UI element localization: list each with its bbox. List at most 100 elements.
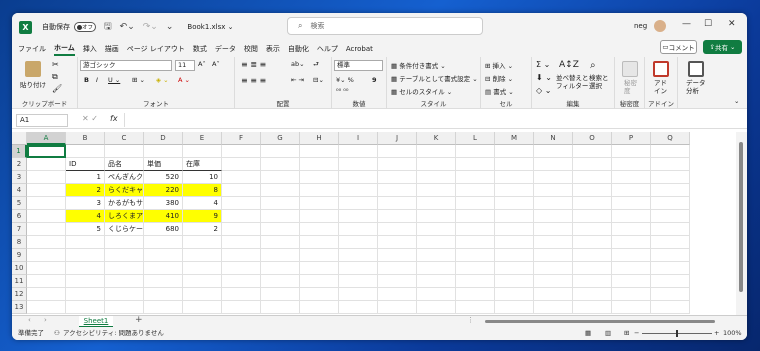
cell-g9[interactable]	[261, 249, 300, 262]
cell-k3[interactable]	[417, 171, 456, 184]
cell-n9[interactable]	[534, 249, 573, 262]
sort-filter-button[interactable]: 並べ替えと フィルター	[556, 74, 589, 90]
column-header-l[interactable]: L	[456, 132, 495, 145]
paste-icon[interactable]	[25, 61, 41, 77]
cell-b10[interactable]	[66, 262, 105, 275]
cell-p13[interactable]	[612, 301, 651, 314]
cell-c1[interactable]	[105, 145, 144, 158]
cell-i12[interactable]	[339, 288, 378, 301]
tab-view[interactable]: 表示	[266, 44, 280, 55]
column-header-b[interactable]: B	[66, 132, 105, 145]
cell-f5[interactable]	[222, 197, 261, 210]
cell-l7[interactable]	[456, 223, 495, 236]
tab-help[interactable]: ヘルプ	[317, 44, 338, 55]
cell-q11[interactable]	[651, 275, 690, 288]
cell-h2[interactable]	[300, 158, 339, 171]
font-name-select[interactable]: 游ゴシック	[80, 60, 172, 71]
page-layout-view-icon[interactable]: ▥	[605, 327, 611, 339]
cell-k6[interactable]	[417, 210, 456, 223]
cell-k4[interactable]	[417, 184, 456, 197]
fx-icon[interactable]: fx	[110, 114, 118, 123]
cell-d10[interactable]	[144, 262, 183, 275]
cell-m3[interactable]	[495, 171, 534, 184]
conditional-format-button[interactable]: ▦ 条件付き書式 ⌄	[391, 60, 446, 70]
clear-icon[interactable]: ◇ ⌄	[536, 86, 551, 95]
cell-p11[interactable]	[612, 275, 651, 288]
row-header-8[interactable]: 8	[12, 236, 27, 249]
fill-color-icon[interactable]: ◈ ⌄	[156, 76, 169, 84]
bold-icon[interactable]: B	[84, 76, 89, 84]
cell-b5[interactable]: 3	[66, 197, 105, 210]
format-painter-icon[interactable]: 🖌	[52, 84, 62, 93]
share-button[interactable]: ⇪ 共有 ⌄	[703, 40, 742, 54]
cell-q12[interactable]	[651, 288, 690, 301]
user-name[interactable]: neg	[634, 22, 647, 30]
cell-c2[interactable]: 品名	[105, 158, 144, 171]
tab-insert[interactable]: 挿入	[83, 44, 97, 55]
cell-f8[interactable]	[222, 236, 261, 249]
fill-icon[interactable]: ⬇ ⌄	[536, 73, 552, 82]
wrap-text-icon[interactable]: ⮐	[313, 60, 319, 71]
cell-a6[interactable]	[27, 210, 66, 223]
cell-j1[interactable]	[378, 145, 417, 158]
column-header-d[interactable]: D	[144, 132, 183, 145]
cell-l10[interactable]	[456, 262, 495, 275]
cell-j2[interactable]	[378, 158, 417, 171]
borders-icon[interactable]: ⊞ ⌄	[132, 76, 145, 84]
cell-l8[interactable]	[456, 236, 495, 249]
cell-c8[interactable]	[105, 236, 144, 249]
name-box[interactable]: A1	[16, 114, 68, 127]
zoom-level[interactable]: 100%	[723, 327, 742, 339]
column-header-g[interactable]: G	[261, 132, 300, 145]
accessibility-status[interactable]: アクセシビリティ: 問題ありません	[63, 327, 164, 339]
cell-c10[interactable]	[105, 262, 144, 275]
cell-f7[interactable]	[222, 223, 261, 236]
cell-d5[interactable]: 380	[144, 197, 183, 210]
cell-q9[interactable]	[651, 249, 690, 262]
align-left-icon[interactable]: ≡ ≡ ≡	[241, 76, 266, 85]
cell-d11[interactable]	[144, 275, 183, 288]
cell-e10[interactable]	[183, 262, 222, 275]
number-format-select[interactable]: 標準	[334, 60, 383, 71]
cell-a5[interactable]	[27, 197, 66, 210]
cell-d3[interactable]: 520	[144, 171, 183, 184]
cell-m12[interactable]	[495, 288, 534, 301]
row-header-7[interactable]: 7	[12, 223, 27, 236]
cell-a2[interactable]	[27, 158, 66, 171]
cell-d6[interactable]: 410	[144, 210, 183, 223]
row-header-10[interactable]: 10	[12, 262, 27, 275]
tab-draw[interactable]: 描画	[105, 44, 119, 55]
cell-g4[interactable]	[261, 184, 300, 197]
cell-o7[interactable]	[573, 223, 612, 236]
zoom-slider-thumb[interactable]	[676, 330, 678, 337]
column-header-n[interactable]: N	[534, 132, 573, 145]
cell-f9[interactable]	[222, 249, 261, 262]
cell-p2[interactable]	[612, 158, 651, 171]
row-header-6[interactable]: 6	[12, 210, 27, 223]
cell-g2[interactable]	[261, 158, 300, 171]
paste-button[interactable]: 貼り付け	[20, 79, 46, 89]
cell-e9[interactable]	[183, 249, 222, 262]
column-header-o[interactable]: O	[573, 132, 612, 145]
cell-h5[interactable]	[300, 197, 339, 210]
cell-i6[interactable]	[339, 210, 378, 223]
column-header-h[interactable]: H	[300, 132, 339, 145]
column-header-k[interactable]: K	[417, 132, 456, 145]
cell-i8[interactable]	[339, 236, 378, 249]
cell-e8[interactable]	[183, 236, 222, 249]
file-name[interactable]: Book1.xlsx ⌄	[187, 23, 233, 31]
cell-h3[interactable]	[300, 171, 339, 184]
cell-m10[interactable]	[495, 262, 534, 275]
cell-o2[interactable]	[573, 158, 612, 171]
cell-g10[interactable]	[261, 262, 300, 275]
cell-i9[interactable]	[339, 249, 378, 262]
cell-a7[interactable]	[27, 223, 66, 236]
prev-sheet-icon[interactable]: ‹	[28, 316, 31, 324]
copy-icon[interactable]: ⧉	[52, 72, 58, 82]
cell-e5[interactable]: 4	[183, 197, 222, 210]
decimal-icon[interactable]: ⁰⁰ ⁰⁰	[336, 87, 349, 95]
sensitivity-button[interactable]: 秘密 度	[624, 79, 637, 95]
cell-f2[interactable]	[222, 158, 261, 171]
page-break-view-icon[interactable]: ⊞	[624, 327, 629, 339]
cell-b13[interactable]	[66, 301, 105, 314]
